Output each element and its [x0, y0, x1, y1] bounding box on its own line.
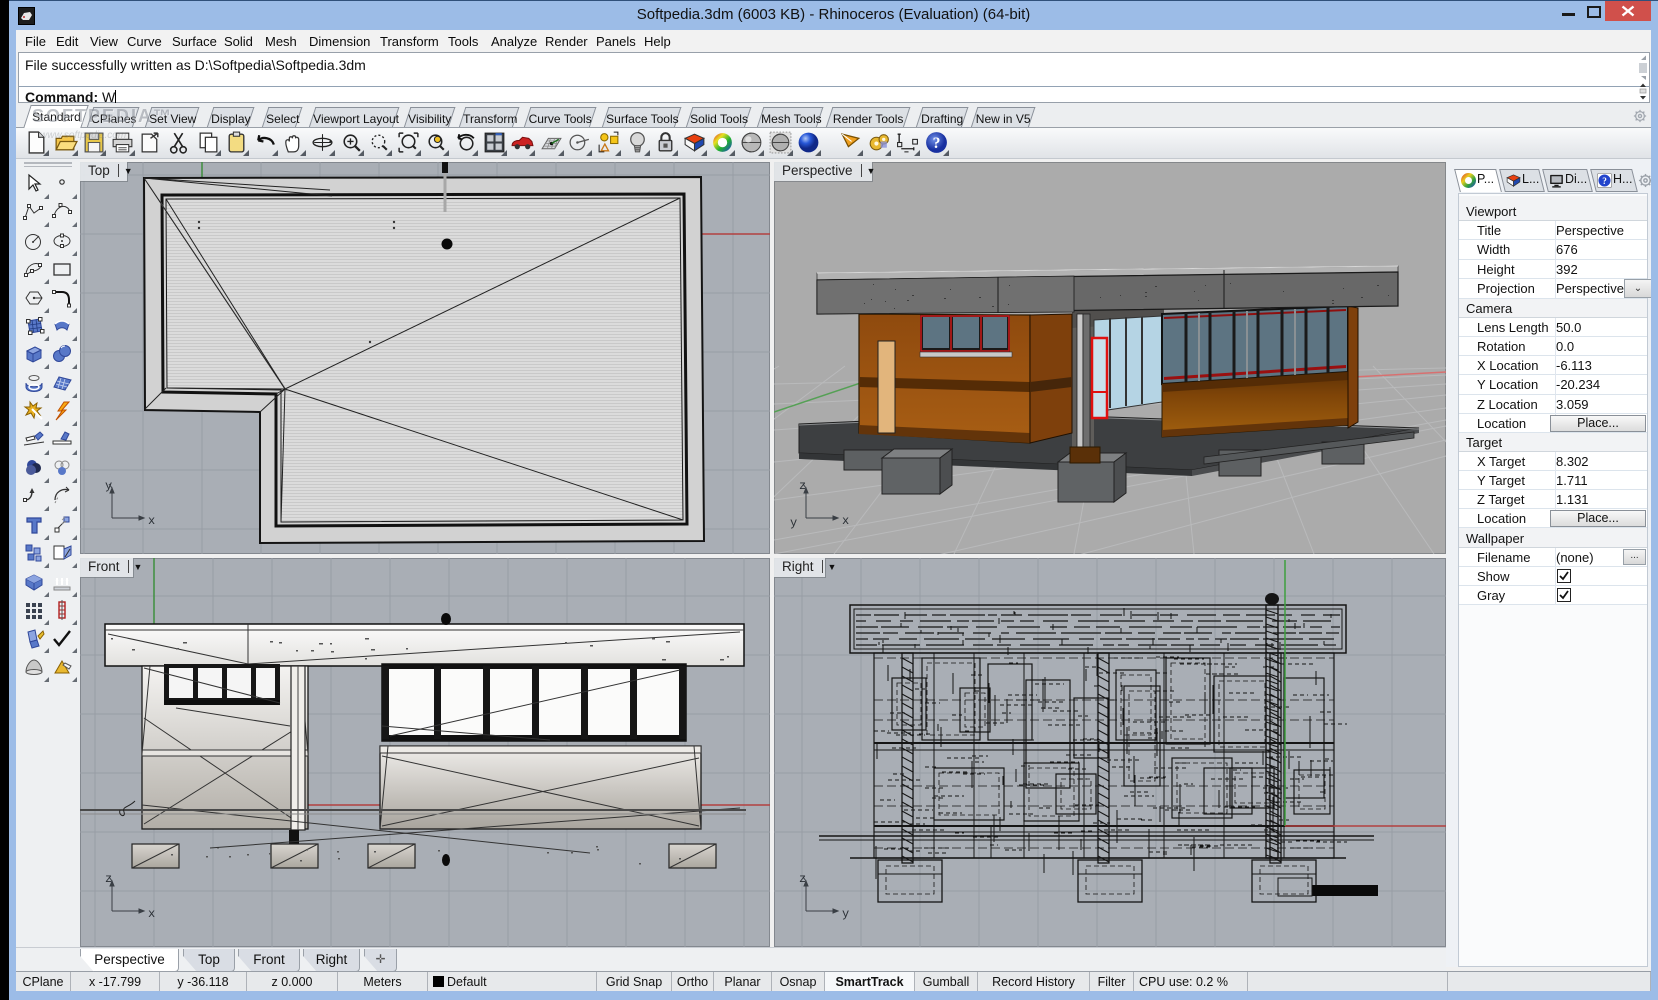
svg-text:?: ?: [1602, 176, 1607, 186]
svg-text:y: y: [790, 516, 797, 530]
svg-text:x: x: [148, 907, 155, 921]
svg-text:x: x: [842, 514, 849, 528]
svg-text:?: ?: [933, 135, 941, 152]
svg-text:y: y: [842, 907, 849, 921]
svg-text:y: y: [105, 479, 112, 493]
svg-text:z: z: [799, 872, 806, 886]
svg-text:z: z: [799, 479, 806, 493]
svg-text:z: z: [105, 872, 112, 886]
svg-text:x: x: [148, 514, 155, 528]
